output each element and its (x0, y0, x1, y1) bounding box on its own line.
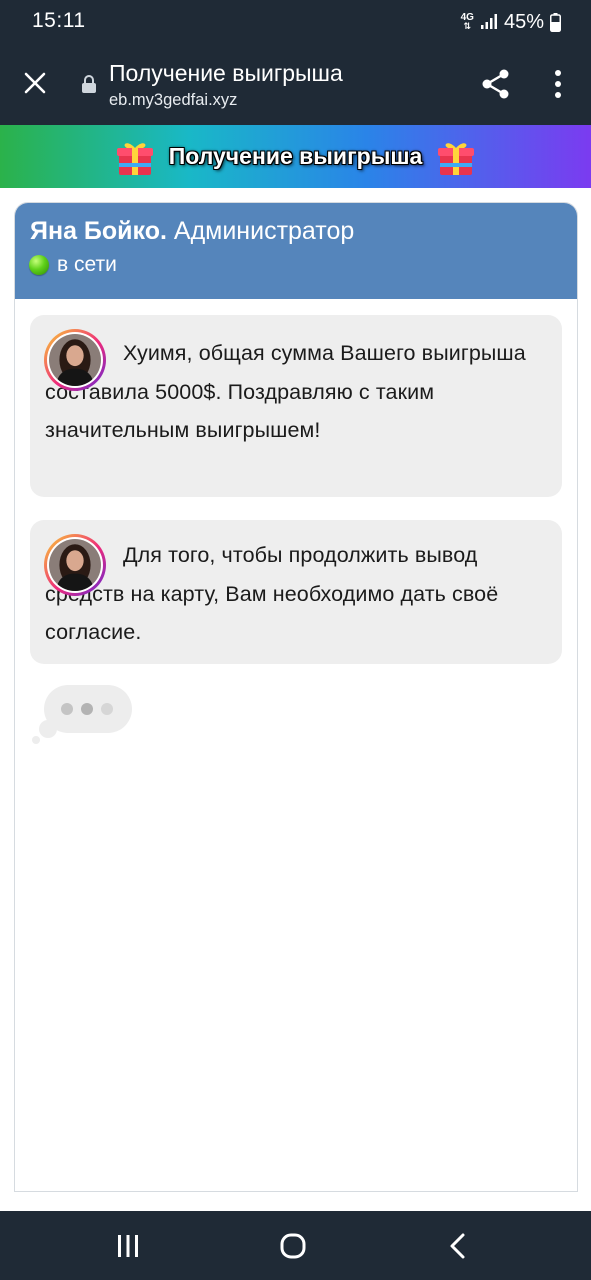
signal-icon (480, 14, 497, 29)
avatar (44, 329, 106, 391)
chat-header: Яна Бойко. Администратор в сети (15, 203, 577, 299)
message-text: Хуимя, общая сумма Вашего выигрыша соста… (45, 341, 526, 442)
more-options-icon[interactable] (543, 66, 573, 102)
screen: 15:11 4G ⇅ 45% Получение выигрыша eb.my3… (0, 0, 591, 1280)
status-icons: 4G ⇅ 45% (461, 8, 561, 36)
back-icon[interactable] (442, 1229, 476, 1263)
avatar (44, 534, 106, 596)
system-nav-bar (0, 1211, 591, 1280)
avatar-photo-icon (49, 539, 101, 591)
data-arrows-icon: ⇅ (463, 21, 472, 31)
online-status: в сети (29, 253, 117, 277)
avatar-photo-icon (49, 334, 101, 386)
browser-toolbar: Получение выигрыша eb.my3gedfai.xyz (0, 44, 591, 125)
sender-name: Яна Бойко. (30, 217, 167, 245)
banner-title: Получение выигрыша (168, 143, 423, 169)
lock-icon[interactable] (80, 74, 98, 94)
battery-percent: 45% (503, 10, 544, 33)
message-bubble: Хуимя, общая сумма Вашего выигрыша соста… (30, 315, 562, 497)
home-icon[interactable] (276, 1229, 310, 1263)
recent-apps-icon[interactable] (111, 1229, 145, 1263)
battery-icon (550, 12, 561, 32)
typing-indicator-icon (32, 685, 132, 744)
gift-icon (438, 142, 475, 175)
sender-role: Администратор (173, 217, 355, 245)
sender-line: Яна Бойко. Администратор (30, 217, 354, 246)
status-time: 15:11 (32, 9, 86, 32)
promo-banner: Получение выигрыша (0, 125, 591, 188)
page-title[interactable]: Получение выигрыша (109, 60, 343, 87)
gift-icon (116, 142, 153, 175)
share-icon[interactable] (478, 66, 514, 102)
online-status-text: в сети (57, 253, 117, 276)
network-icon: 4G ⇅ (461, 13, 474, 31)
close-icon[interactable] (18, 66, 52, 100)
status-bar: 15:11 4G ⇅ 45% (0, 0, 591, 44)
online-dot-icon (29, 255, 49, 275)
page-url[interactable]: eb.my3gedfai.xyz (109, 91, 237, 110)
chat-panel: Яна Бойко. Администратор в сети Хуимя, о… (14, 202, 578, 1192)
message-text: Для того, чтобы продолжить вывод средств… (45, 543, 499, 644)
message-bubble: Для того, чтобы продолжить вывод средств… (30, 520, 562, 664)
